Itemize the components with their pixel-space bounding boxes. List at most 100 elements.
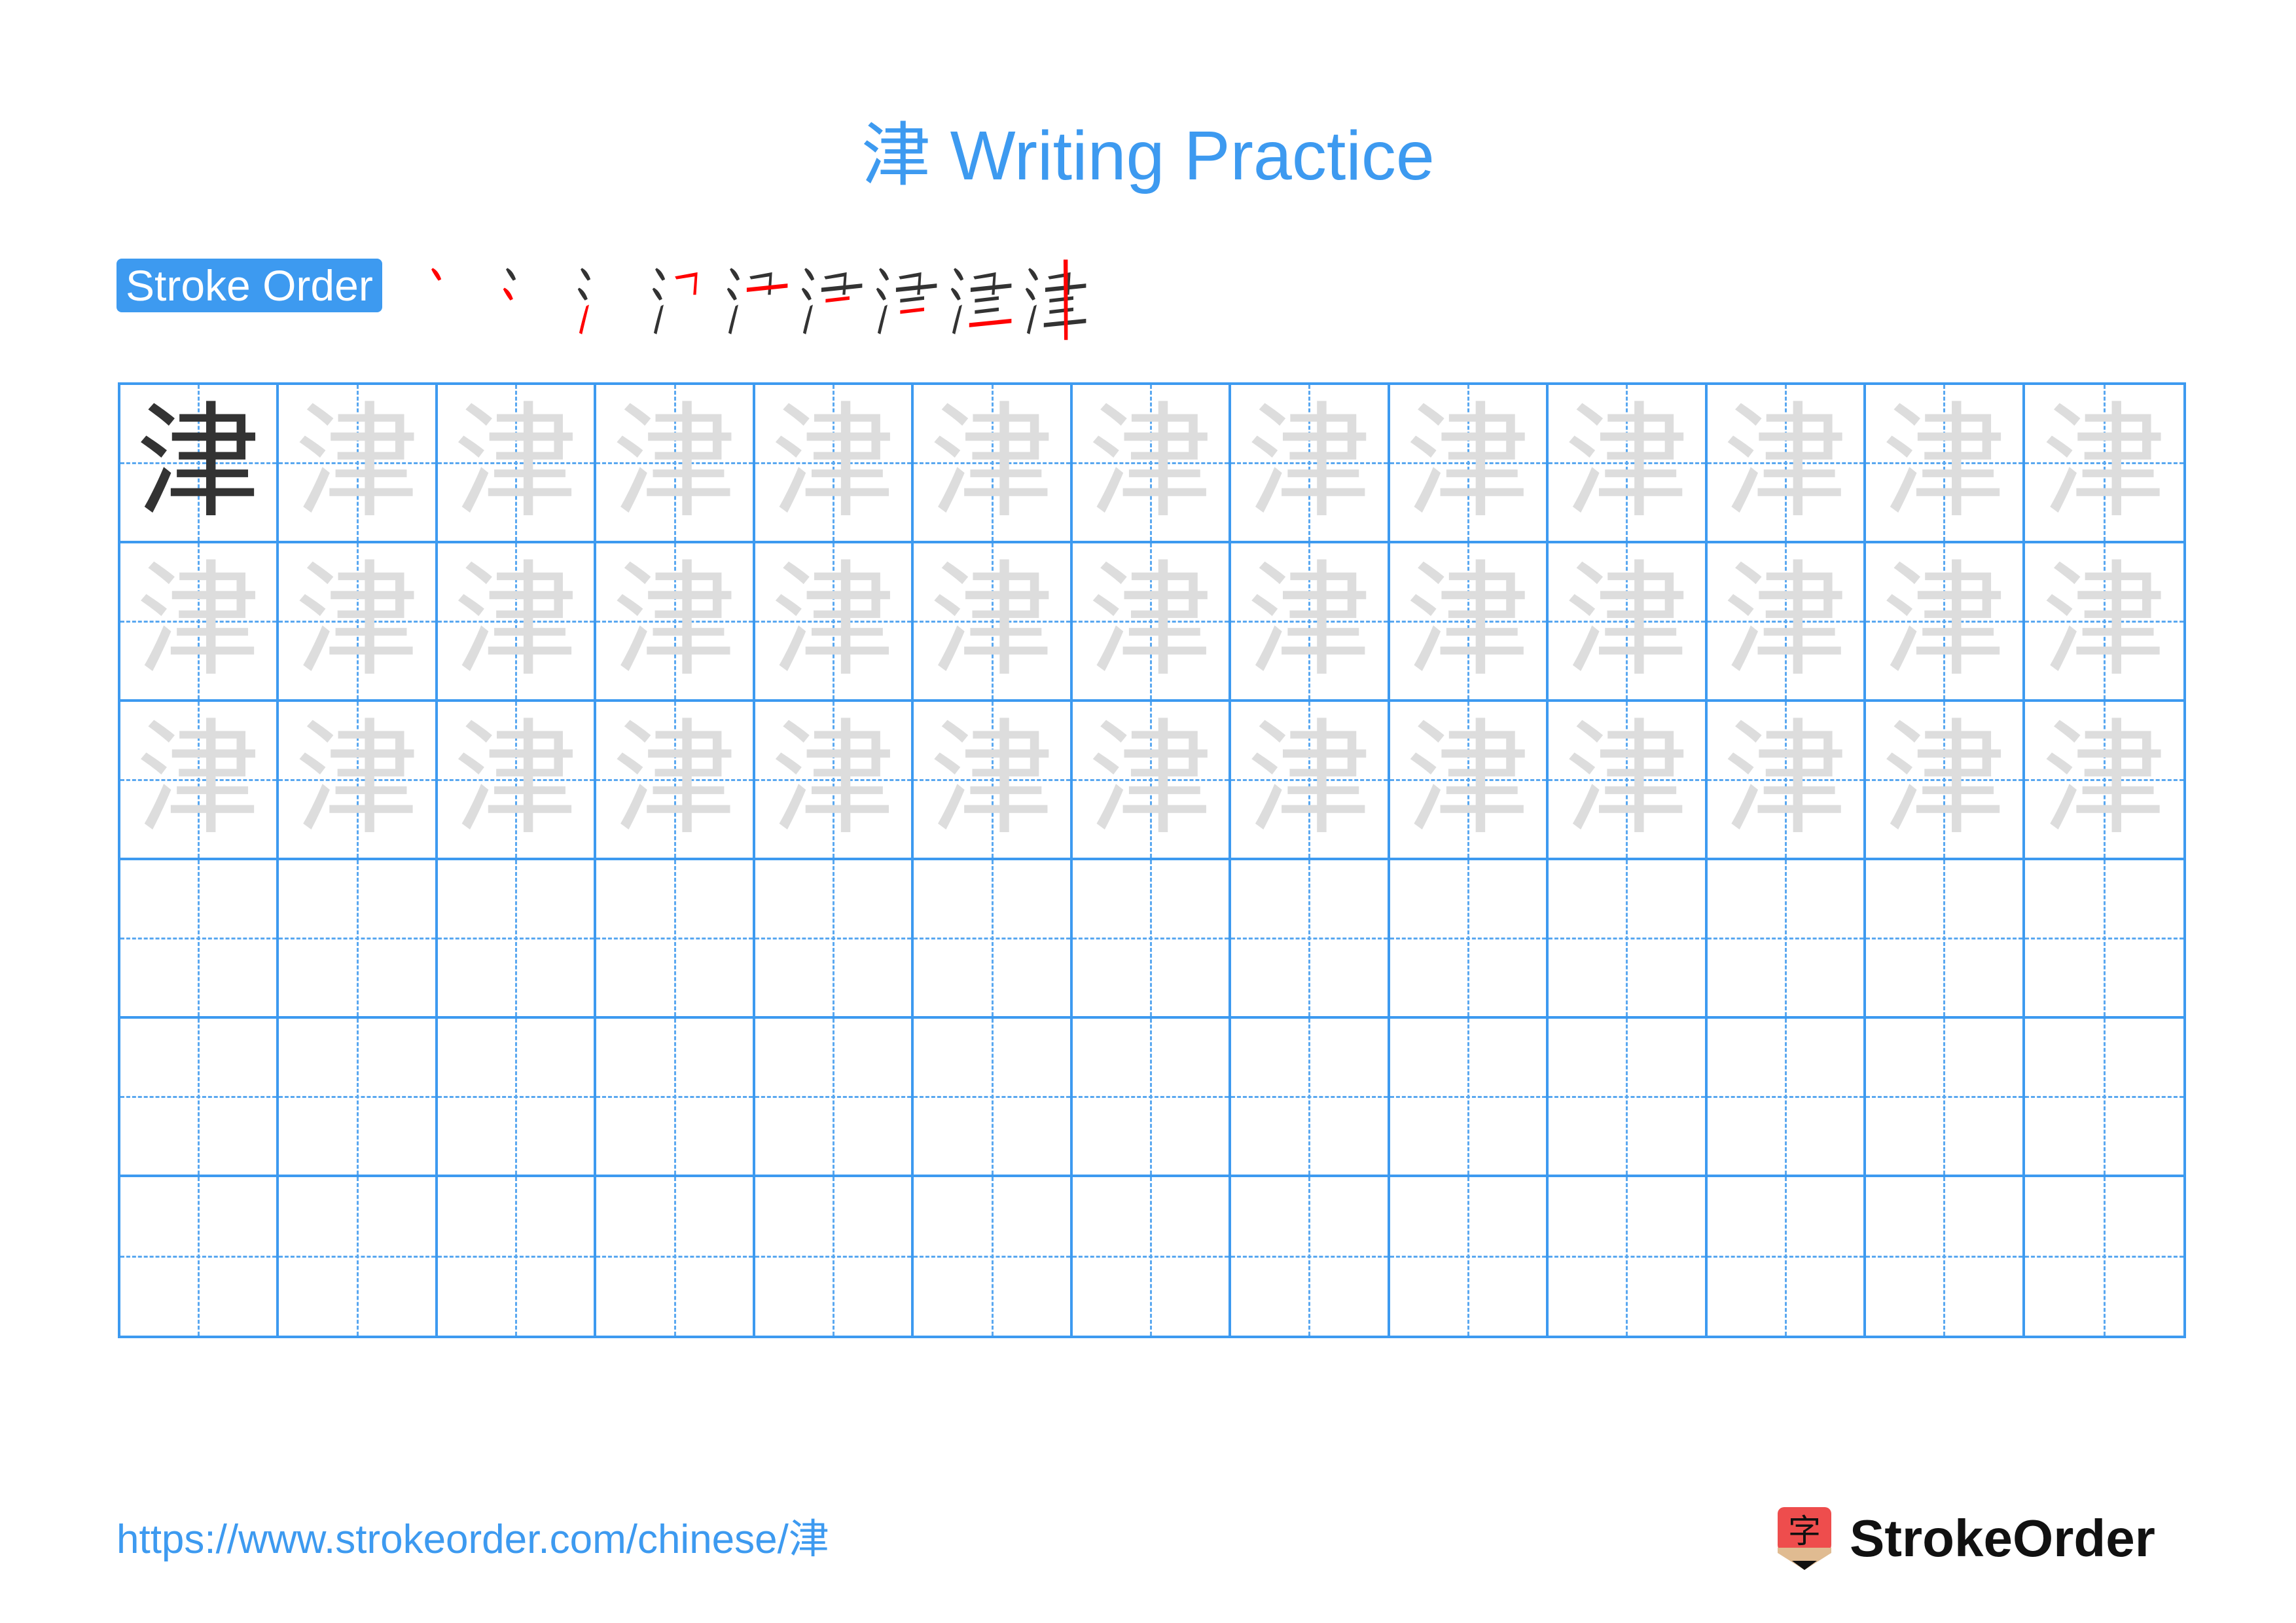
- practice-cell[interactable]: 津: [596, 385, 755, 543]
- practice-cell[interactable]: [1231, 860, 1390, 1019]
- practice-cell[interactable]: [1390, 860, 1549, 1019]
- practice-cell[interactable]: [437, 1019, 597, 1177]
- practice-cell[interactable]: [1707, 860, 1867, 1019]
- practice-cell[interactable]: [1866, 860, 2025, 1019]
- practice-cell[interactable]: 津: [1390, 385, 1549, 543]
- practice-cell[interactable]: [120, 1019, 279, 1177]
- practice-cell[interactable]: [1073, 1177, 1232, 1336]
- practice-cell[interactable]: 津: [1072, 702, 1232, 860]
- practice-cell[interactable]: [2024, 860, 2183, 1019]
- practice-cell[interactable]: [279, 1177, 438, 1336]
- practice-cell[interactable]: [1707, 1019, 1867, 1177]
- practice-cell[interactable]: [1072, 860, 1232, 1019]
- practice-grid: 津津津津津津津津津津津津津津津津津津津津津津津津津津津津津津津津津津津津津津津: [118, 382, 2186, 1338]
- practice-cell[interactable]: [1866, 1019, 2025, 1177]
- practice-cell[interactable]: 津: [120, 385, 279, 543]
- practice-cell[interactable]: [1231, 1019, 1390, 1177]
- practice-cell[interactable]: [1231, 1177, 1390, 1336]
- practice-cell[interactable]: [914, 860, 1073, 1019]
- practice-cell[interactable]: 津: [1231, 702, 1390, 860]
- practice-cell[interactable]: [2025, 1177, 2183, 1336]
- trace-character: 津: [2041, 707, 2166, 852]
- trace-character: 津: [295, 549, 420, 693]
- practice-cell[interactable]: 津: [2024, 702, 2183, 860]
- practice-cell[interactable]: [1549, 1177, 1708, 1336]
- practice-cell[interactable]: 津: [1072, 543, 1232, 702]
- stroke-7: [975, 307, 999, 314]
- practice-cell[interactable]: [438, 1177, 597, 1336]
- practice-cell[interactable]: 津: [755, 543, 914, 702]
- practice-cell[interactable]: [596, 860, 755, 1019]
- practice-cell[interactable]: 津: [1707, 543, 1867, 702]
- stroke-3: [802, 304, 813, 335]
- practice-cell[interactable]: 津: [1390, 702, 1549, 860]
- trace-character: 津: [1405, 707, 1530, 852]
- strokeorder-logo[interactable]: 字 StrokeOrder: [1775, 1506, 2155, 1571]
- practice-cell[interactable]: 津: [1072, 385, 1232, 543]
- stroke-1: [581, 268, 591, 281]
- stroke-9: [1063, 259, 1068, 340]
- trace-character: 津: [136, 549, 261, 693]
- practice-cell[interactable]: 津: [1390, 543, 1549, 702]
- practice-cell[interactable]: [914, 1019, 1073, 1177]
- stroke-6: [975, 296, 999, 303]
- practice-cell[interactable]: 津: [914, 385, 1073, 543]
- practice-cell[interactable]: [914, 1177, 1073, 1336]
- practice-cell[interactable]: [279, 1019, 438, 1177]
- practice-cell[interactable]: 津: [755, 702, 914, 860]
- practice-cell[interactable]: 津: [914, 702, 1073, 860]
- practice-cell[interactable]: [1072, 1019, 1232, 1177]
- practice-cell[interactable]: [1708, 1177, 1867, 1336]
- source-url-link[interactable]: https://www.strokeorder.com/chinese/津: [117, 1514, 829, 1566]
- practice-cell[interactable]: [1390, 1019, 1549, 1177]
- practice-cell[interactable]: [755, 1019, 914, 1177]
- practice-cell[interactable]: 津: [1549, 702, 1708, 860]
- practice-cell[interactable]: [755, 860, 914, 1019]
- practice-cell[interactable]: [596, 1019, 755, 1177]
- practice-cell[interactable]: [120, 1177, 279, 1336]
- practice-cell[interactable]: 津: [755, 385, 914, 543]
- practice-cell[interactable]: 津: [596, 702, 755, 860]
- model-character: 津: [136, 390, 261, 535]
- practice-cell[interactable]: 津: [437, 385, 597, 543]
- practice-cell[interactable]: 津: [914, 543, 1073, 702]
- practice-cell[interactable]: 津: [437, 702, 597, 860]
- practice-cell[interactable]: [596, 1177, 755, 1336]
- practice-cell[interactable]: 津: [437, 543, 597, 702]
- practice-cell[interactable]: 津: [279, 385, 438, 543]
- practice-cell[interactable]: 津: [2024, 385, 2183, 543]
- practice-cell[interactable]: [1866, 1177, 2025, 1336]
- practice-cell[interactable]: [437, 860, 597, 1019]
- trace-character: 津: [612, 549, 737, 693]
- practice-cell[interactable]: 津: [1866, 385, 2025, 543]
- practice-cell[interactable]: [1549, 860, 1708, 1019]
- practice-cell[interactable]: 津: [1231, 385, 1390, 543]
- practice-cell[interactable]: [279, 860, 438, 1019]
- practice-cell[interactable]: 津: [279, 543, 438, 702]
- practice-cell[interactable]: [1390, 1177, 1549, 1336]
- practice-cell[interactable]: 津: [120, 702, 279, 860]
- practice-cell[interactable]: 津: [1866, 543, 2025, 702]
- practice-cell[interactable]: [2024, 1019, 2183, 1177]
- practice-cell[interactable]: [120, 860, 279, 1019]
- stroke-3: [728, 304, 738, 335]
- practice-cell[interactable]: 津: [1707, 385, 1867, 543]
- practice-cell[interactable]: 津: [1549, 543, 1708, 702]
- practice-cell[interactable]: [1549, 1019, 1708, 1177]
- pencil-logo-icon: 字: [1775, 1506, 1834, 1571]
- practice-cell[interactable]: 津: [1549, 385, 1708, 543]
- stroke-2: [726, 287, 737, 301]
- stroke-1: [1028, 268, 1039, 281]
- practice-cell[interactable]: 津: [596, 543, 755, 702]
- stroke-3: [1026, 304, 1037, 335]
- practice-cell[interactable]: 津: [2024, 543, 2183, 702]
- practice-cell[interactable]: 津: [279, 702, 438, 860]
- practice-cell[interactable]: 津: [1231, 543, 1390, 702]
- practice-cell[interactable]: [755, 1177, 914, 1336]
- stroke-1: [879, 268, 889, 281]
- trace-character: 津: [1723, 390, 1848, 535]
- practice-cell[interactable]: 津: [120, 543, 279, 702]
- practice-cell[interactable]: 津: [1866, 702, 2025, 860]
- stroke-step-3: [568, 255, 647, 347]
- practice-cell[interactable]: 津: [1707, 702, 1867, 860]
